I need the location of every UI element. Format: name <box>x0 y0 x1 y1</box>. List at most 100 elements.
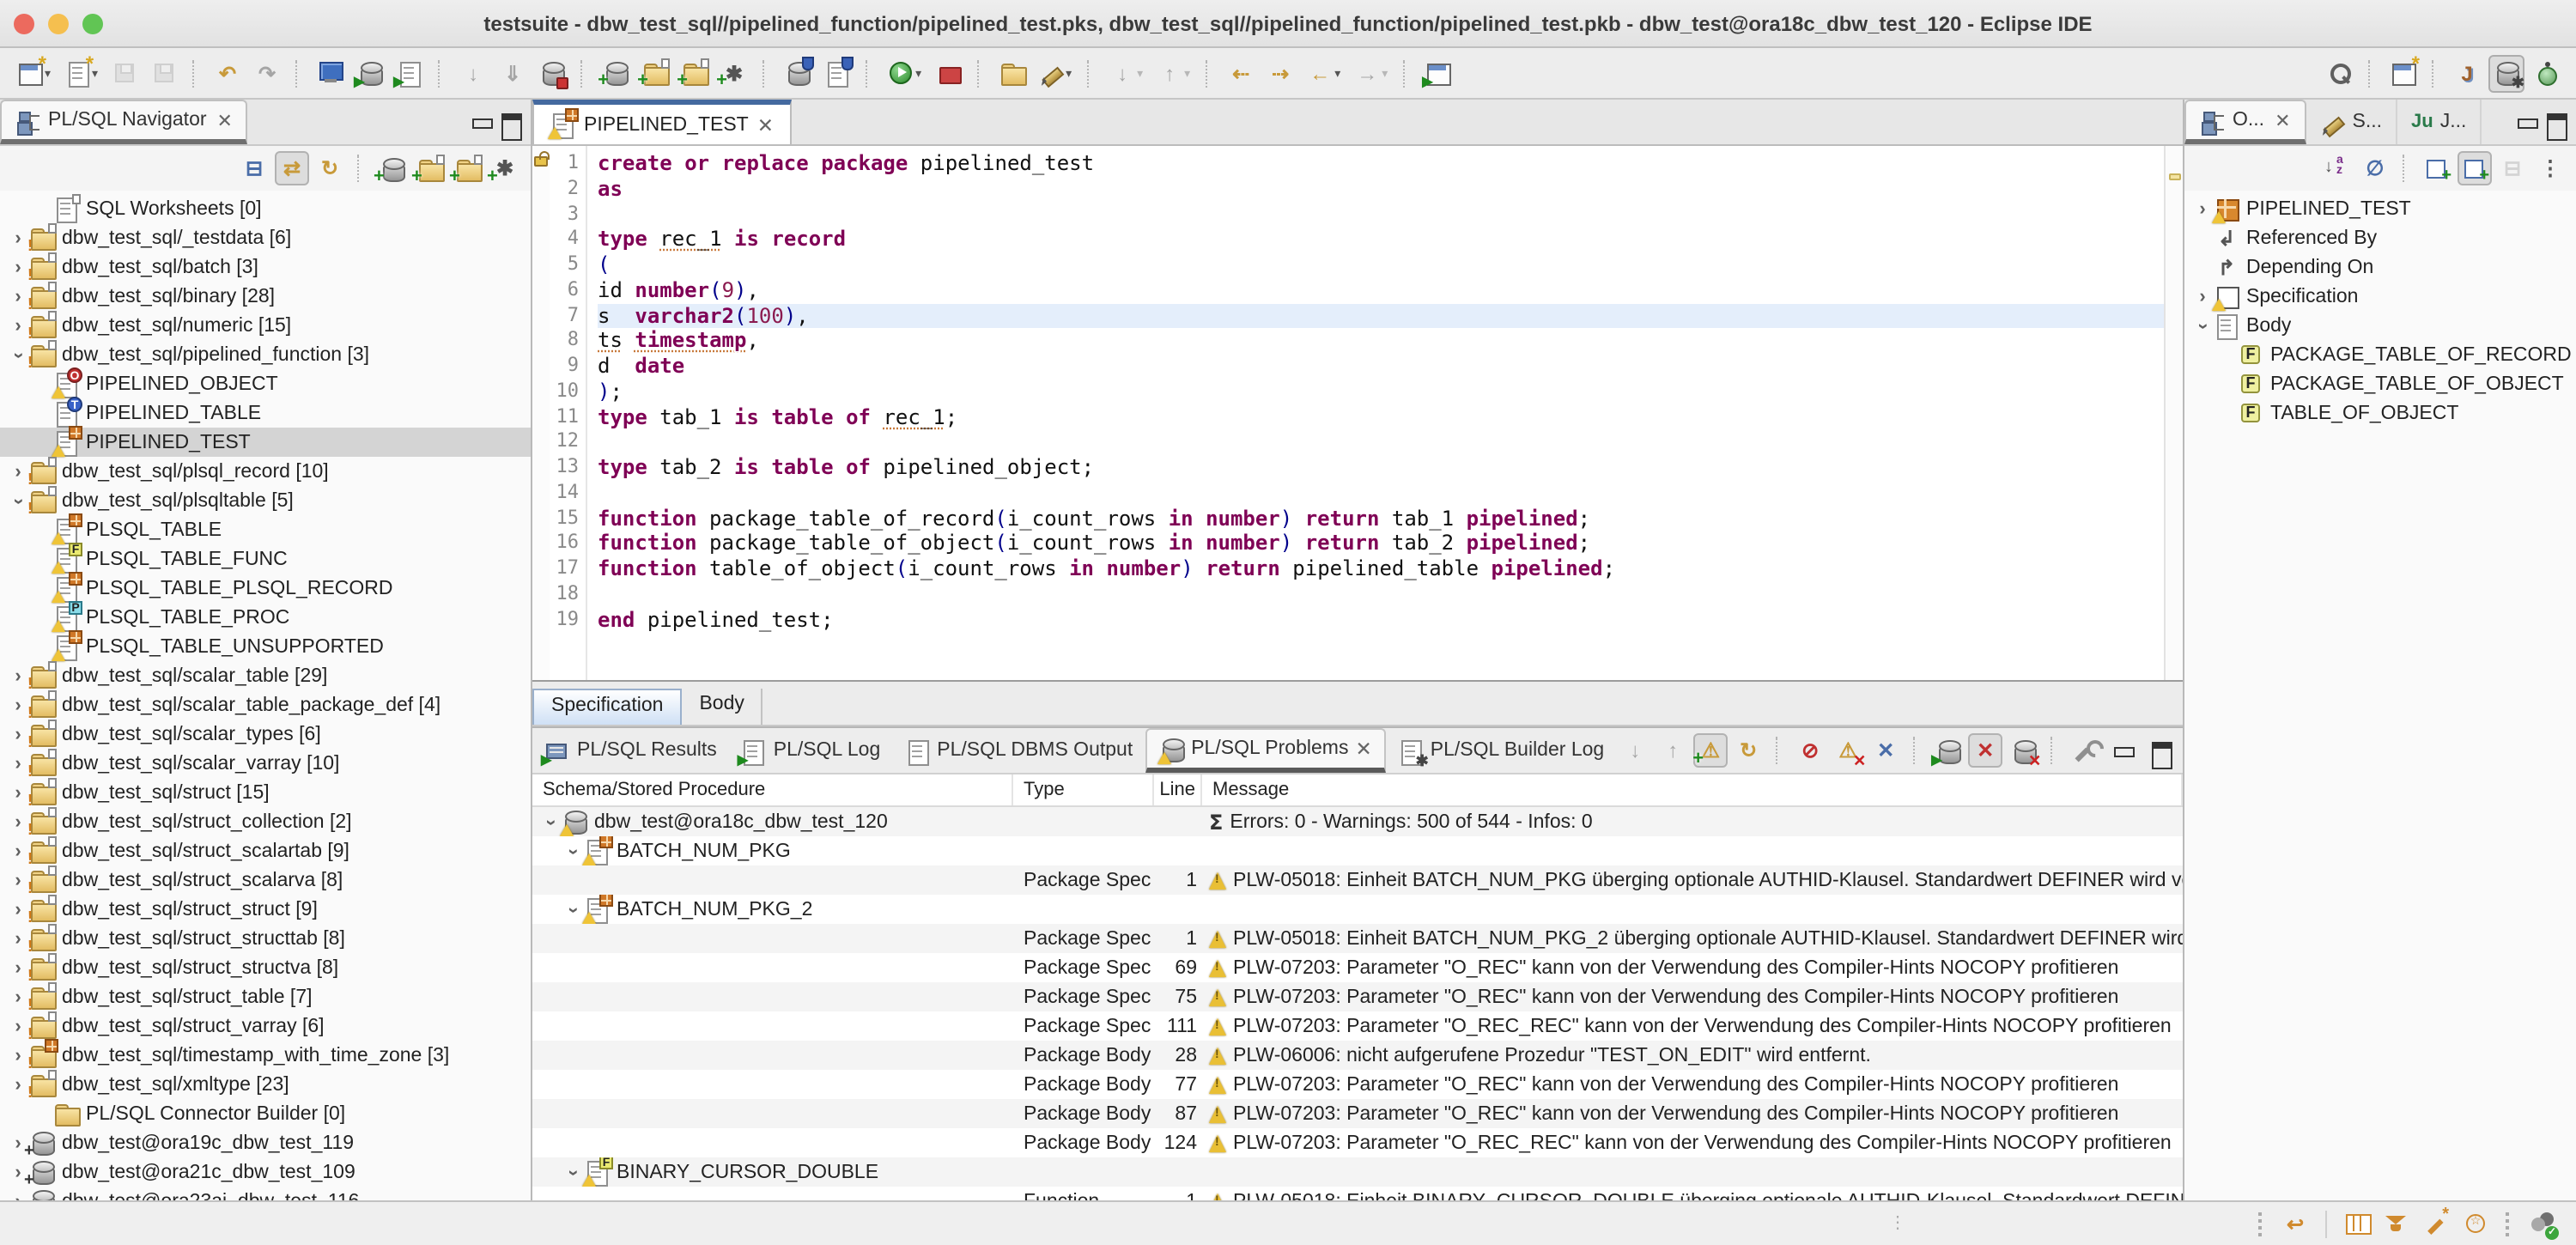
save-all-button[interactable] <box>146 54 182 92</box>
chevron-right-icon[interactable]: › <box>7 782 29 803</box>
chevron-right-icon[interactable]: › <box>7 1191 29 1200</box>
previous-problem-button[interactable]: ↑ <box>1656 733 1690 768</box>
database-development-perspective-button[interactable]: ✱ <box>2488 54 2524 92</box>
chevron-right-icon[interactable]: › <box>7 811 29 832</box>
tree-item-dbw-test-sql-scalar-table-29[interactable]: ›!dbw_test_sql/scalar_table [29] <box>0 661 531 690</box>
problem-row-7[interactable]: Package Spec75PLW-07203: Parameter "O_RE… <box>532 982 2183 1011</box>
execute-statement-button[interactable]: ▶ <box>352 54 388 92</box>
tree-item-dbw-test-sql-struct-collection-2[interactable]: ›!dbw_test_sql/struct_collection [2] <box>0 807 531 836</box>
save-button[interactable] <box>106 54 143 92</box>
search-button[interactable] <box>2322 54 2358 92</box>
hide-infos-button[interactable]: ✕ <box>1868 733 1903 768</box>
next-edit-location-button[interactable]: ⇢ <box>1262 54 1298 92</box>
column-header-schema-stored-procedure[interactable]: Schema/Stored Procedure <box>532 774 1013 805</box>
collapse-all-button[interactable]: ⊟ <box>2495 151 2530 185</box>
minimize-view-button[interactable] <box>2105 733 2140 768</box>
tree-item-dbw-test-sql-struct-scalarva-8[interactable]: ›!dbw_test_sql/struct_scalarva [8] <box>0 865 531 895</box>
java-perspective-button[interactable]: J <box>2449 54 2485 92</box>
new-button[interactable]: *▾ <box>12 54 56 92</box>
column-header-line[interactable]: Line <box>1154 774 1202 805</box>
tree-item-pipelined-table[interactable]: TPIPELINED_TABLE <box>0 398 531 428</box>
open-perspective-button[interactable]: * <box>2385 54 2421 92</box>
tree-item-referenced-by[interactable]: ↲Referenced By <box>2184 223 2576 252</box>
horizontal-scrollbar[interactable] <box>532 680 2183 689</box>
chevron-right-icon[interactable]: › <box>2191 198 2214 219</box>
fetch-all-rows-button[interactable]: ⇓ <box>495 54 531 92</box>
problem-row-5[interactable]: Package Spec1PLW-05018: Einheit BATCH_NU… <box>532 924 2183 953</box>
tour-map-button[interactable] <box>2339 1205 2375 1242</box>
tree-item-dbw-test-sql-scalar-types-6[interactable]: ›!dbw_test_sql/scalar_types [6] <box>0 720 531 749</box>
chevron-right-icon[interactable]: › <box>7 899 29 920</box>
tree-item-dbw-test-sql-xmltype-23[interactable]: ›!dbw_test_sql/xmltype [23] <box>0 1070 531 1099</box>
hide-errors-button[interactable]: ⊘ <box>1793 733 1827 768</box>
hide-warnings-button[interactable]: ⚠✕ <box>1831 733 1865 768</box>
link-with-editor-off-button[interactable]: ∅ <box>2358 151 2392 185</box>
tree-item-table-of-object[interactable]: TABLE_OF_OBJECT <box>2184 398 2576 428</box>
tree-item-pipelined-test[interactable]: ›PIPELINED_TEST <box>2184 194 2576 223</box>
tips-and-tricks-button[interactable] <box>2418 1205 2454 1242</box>
compile-objects-button[interactable]: ▶ <box>1930 733 1965 768</box>
chevron-right-icon[interactable]: › <box>7 695 29 715</box>
tree-item-dbw-test-ora23ai-dbw-test-116[interactable]: ›+dbw_test@ora23ai_dbw_test_116 <box>0 1187 531 1200</box>
pin-editor-button[interactable]: ▶ <box>1420 54 1456 92</box>
expand-specification-button[interactable] <box>2420 151 2454 185</box>
learn-button[interactable] <box>2379 1205 2415 1242</box>
overview-ruler[interactable] <box>2164 146 2183 680</box>
tree-item-dbw-test-sql-struct-table-7[interactable]: ›!dbw_test_sql/struct_table [7] <box>0 982 531 1011</box>
warning-marker[interactable] <box>2168 173 2180 180</box>
drag-handle[interactable] <box>2506 1212 2512 1236</box>
code-content[interactable]: create or replace package pipelined_test… <box>587 146 2164 680</box>
problem-row-6[interactable]: Package Spec69PLW-07203: Parameter "O_RE… <box>532 953 2183 982</box>
status-drag-handle[interactable]: ⋮ <box>1889 1214 1908 1233</box>
chevron-down-icon[interactable]: › <box>562 841 584 861</box>
problem-row-11[interactable]: Package Body87PLW-07203: Parameter "O_RE… <box>532 1099 2183 1128</box>
achievements-button[interactable] <box>2458 1205 2494 1242</box>
tab-pl-sql-builder-log[interactable]: ✱PL/SQL Builder Log <box>1386 728 1616 773</box>
new-package-folder-button[interactable]: + <box>677 54 713 92</box>
new-stored-procedure-button[interactable]: ✱+ <box>716 54 752 92</box>
tree-item-dbw-test-sql-scalar-table-package-def-4[interactable]: ›!dbw_test_sql/scalar_table_package_def … <box>0 690 531 720</box>
tree-item-body[interactable]: ›Body <box>2184 311 2576 340</box>
code-editor[interactable]: 12345678910111213141516171819 create or … <box>532 146 2183 680</box>
refresh-button[interactable]: ↻ <box>313 151 347 185</box>
chevron-right-icon[interactable]: › <box>7 257 29 277</box>
chevron-right-icon[interactable]: › <box>7 841 29 861</box>
tree-item-pipelined-object[interactable]: OPIPELINED_OBJECT <box>0 369 531 398</box>
next-problem-button[interactable]: ↓ <box>1618 733 1652 768</box>
tree-item-pipelined-test[interactable]: PIPELINED_TEST <box>0 428 531 457</box>
user-experience-button[interactable] <box>2524 1205 2561 1242</box>
tree-item-dbw-test-ora21c-dbw-test-109[interactable]: ›+dbw_test@ora21c_dbw_test_109 <box>0 1157 531 1187</box>
maximize-icon[interactable] <box>2543 109 2569 135</box>
problem-row-2[interactable]: ›BATCH_NUM_PKG <box>532 836 2183 865</box>
column-header-message[interactable]: Message <box>1202 774 2183 805</box>
page-tab-specification[interactable]: Specification <box>532 689 682 725</box>
configure-contents-button[interactable] <box>2068 733 2102 768</box>
tree-item-dbw-test-sql-struct-varray-6[interactable]: ›!dbw_test_sql/struct_varray [6] <box>0 1011 531 1041</box>
drag-handle[interactable] <box>2258 1212 2265 1236</box>
new-source-folder-button[interactable]: + <box>637 54 673 92</box>
problem-row-4[interactable]: ›BATCH_NUM_PKG_2 <box>532 895 2183 924</box>
show-new-problems-button[interactable]: ⚠+ <box>1693 733 1728 768</box>
new-folder-button[interactable]: + <box>412 151 447 185</box>
undo-button[interactable]: ↶ <box>210 54 246 92</box>
chevron-right-icon[interactable]: › <box>7 987 29 1007</box>
cancel-statement-button[interactable] <box>534 54 570 92</box>
minimize-icon[interactable] <box>469 109 495 135</box>
problem-row-8[interactable]: Package Spec111PLW-07203: Parameter "O_R… <box>532 1011 2183 1041</box>
close-icon[interactable]: ✕ <box>757 112 774 137</box>
maximize-view-button[interactable] <box>2143 733 2178 768</box>
chevron-right-icon[interactable]: › <box>7 957 29 978</box>
chevron-right-icon[interactable]: › <box>7 286 29 307</box>
tree-item-plsql-table-proc[interactable]: PPLSQL_TABLE_PROC <box>0 603 531 632</box>
tree-item-dbw-test-sql-plsqltable-5[interactable]: ›!dbw_test_sql/plsqltable [5] <box>0 486 531 515</box>
page-tab-body[interactable]: Body <box>682 689 762 725</box>
problem-row-12[interactable]: Package Body124PLW-07203: Parameter "O_R… <box>532 1128 2183 1157</box>
chevron-down-icon[interactable]: › <box>7 344 29 365</box>
new-connection-button[interactable]: + <box>374 151 409 185</box>
chevron-right-icon[interactable]: › <box>7 228 29 248</box>
execute-script-button[interactable]: ▶ <box>392 54 428 92</box>
tree-item-dbw-test-sql-plsql-record-10[interactable]: ›!dbw_test_sql/plsql_record [10] <box>0 457 531 486</box>
tree-item-package-table-of-object[interactable]: PACKAGE_TABLE_OF_OBJECT <box>2184 369 2576 398</box>
recompile-invalid-button[interactable]: ✕ <box>2006 733 2040 768</box>
next-annotation-button[interactable]: ↓▾ <box>1104 54 1148 92</box>
